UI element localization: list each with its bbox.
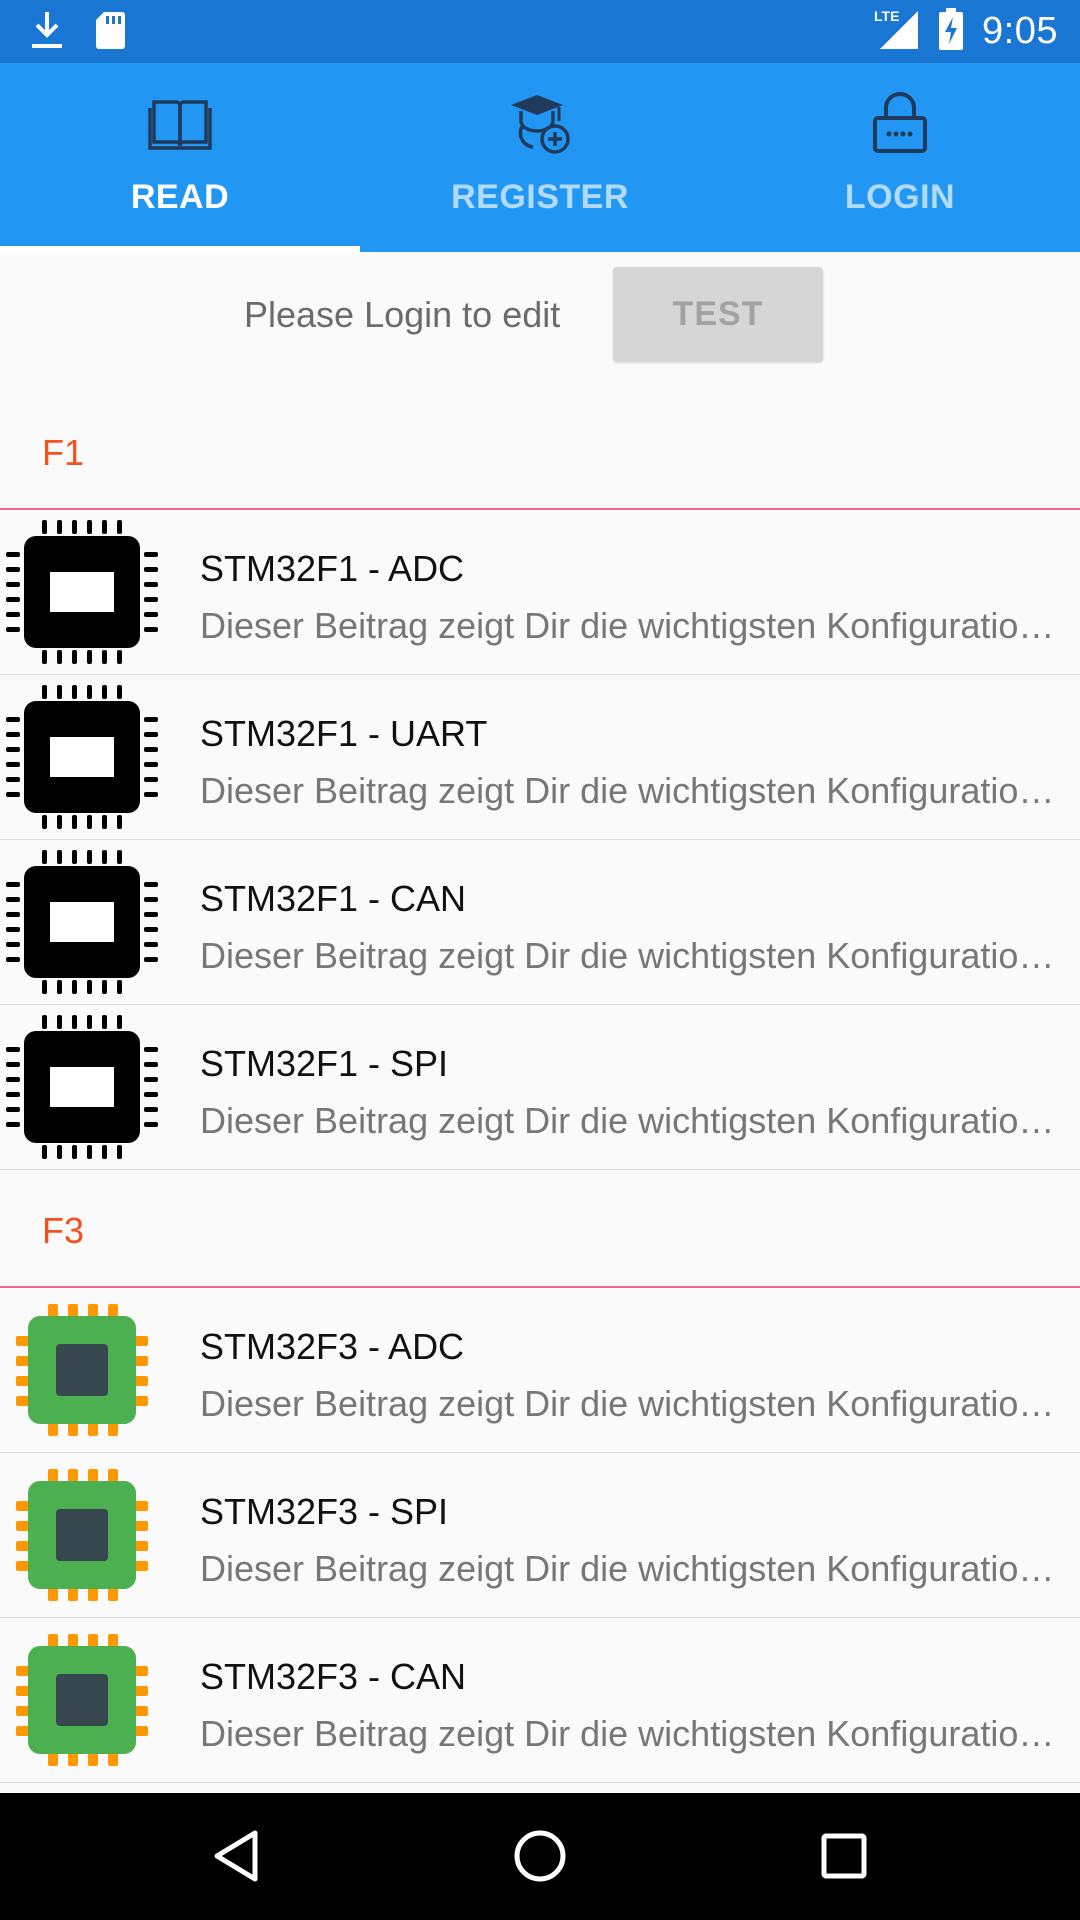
item-subtitle: Dieser Beitrag zeigt Dir die wichtigsten… bbox=[200, 1100, 1068, 1141]
system-nav-bar bbox=[0, 1793, 1080, 1920]
item-title: STM32F3 - CAN bbox=[200, 1656, 467, 1697]
tab-login[interactable]: LOGIN bbox=[720, 63, 1080, 252]
tab-register-label: REGISTER bbox=[451, 178, 629, 216]
list-item[interactable]: STM32F1 - ADC Dieser Beitrag zeigt Dir d… bbox=[0, 510, 1080, 675]
black-chip-icon bbox=[4, 844, 160, 1000]
login-prompt-row: Please Login to edit TEST bbox=[0, 252, 1080, 392]
item-subtitle: Dieser Beitrag zeigt Dir die wichtigsten… bbox=[200, 770, 1068, 811]
graduate-add-icon bbox=[507, 88, 573, 158]
tab-bar: READ REGISTER LOGIN bbox=[0, 63, 1080, 252]
status-bar: LTE 9:05 bbox=[0, 0, 1080, 63]
section-title: F1 bbox=[42, 432, 85, 473]
sd-card-icon bbox=[94, 10, 126, 55]
list-item[interactable]: STM32F1 - CAN Dieser Beitrag zeigt Dir d… bbox=[0, 840, 1080, 1005]
item-title: STM32F3 - ADC bbox=[200, 1326, 465, 1367]
tab-read[interactable]: READ bbox=[0, 63, 360, 252]
status-time: 9:05 bbox=[982, 10, 1058, 52]
tab-read-label: READ bbox=[130, 178, 230, 216]
item-subtitle: Dieser Beitrag zeigt Dir die wichtigsten… bbox=[200, 1713, 1068, 1754]
svg-text:LTE: LTE bbox=[874, 8, 899, 24]
section-header-f3: F3 bbox=[0, 1170, 1080, 1288]
battery-charging-icon bbox=[938, 8, 964, 55]
green-chip-icon bbox=[4, 1457, 160, 1613]
section-title: F3 bbox=[42, 1210, 85, 1251]
item-subtitle: Dieser Beitrag zeigt Dir die wichtigsten… bbox=[200, 1548, 1068, 1589]
tab-register[interactable]: REGISTER bbox=[360, 63, 720, 252]
black-chip-icon bbox=[4, 679, 160, 835]
test-button[interactable]: TEST bbox=[613, 267, 823, 362]
item-title: STM32F1 - UART bbox=[200, 713, 488, 754]
list-item[interactable]: STM32F3 - SPI Dieser Beitrag zeigt Dir d… bbox=[0, 1453, 1080, 1618]
back-icon[interactable] bbox=[196, 1821, 276, 1891]
lte-signal-icon: LTE bbox=[874, 7, 920, 56]
item-subtitle: Dieser Beitrag zeigt Dir die wichtigsten… bbox=[200, 1383, 1068, 1424]
item-title: STM32F1 - SPI bbox=[200, 1043, 449, 1084]
section-header-f1: F1 bbox=[0, 392, 1080, 510]
tab-login-label: LOGIN bbox=[844, 178, 956, 216]
recents-icon[interactable] bbox=[804, 1821, 884, 1891]
green-chip-icon bbox=[4, 1622, 160, 1778]
item-title: STM32F1 - ADC bbox=[200, 548, 465, 589]
app-screen: LTE 9:05 READ REGISTER LOGIN Please Logi… bbox=[0, 0, 1080, 1920]
green-chip-icon bbox=[4, 1292, 160, 1448]
login-prompt-text: Please Login to edit bbox=[244, 294, 561, 335]
item-subtitle: Dieser Beitrag zeigt Dir die wichtigsten… bbox=[200, 935, 1068, 976]
black-chip-icon bbox=[4, 514, 160, 670]
download-icon bbox=[30, 10, 64, 55]
list-item[interactable]: STM32F3 - CAN Dieser Beitrag zeigt Dir d… bbox=[0, 1618, 1080, 1783]
list-item[interactable]: STM32F1 - SPI Dieser Beitrag zeigt Dir d… bbox=[0, 1005, 1080, 1170]
home-icon[interactable] bbox=[500, 1821, 580, 1891]
lock-icon bbox=[872, 88, 928, 158]
item-subtitle: Dieser Beitrag zeigt Dir die wichtigsten… bbox=[200, 605, 1068, 646]
list-item[interactable]: STM32F1 - UART Dieser Beitrag zeigt Dir … bbox=[0, 675, 1080, 840]
item-title: STM32F3 - SPI bbox=[200, 1491, 449, 1532]
item-title: STM32F1 - CAN bbox=[200, 878, 467, 919]
black-chip-icon bbox=[4, 1009, 160, 1165]
list-item[interactable]: STM32F3 - ADC Dieser Beitrag zeigt Dir d… bbox=[0, 1288, 1080, 1453]
book-icon bbox=[148, 88, 212, 158]
